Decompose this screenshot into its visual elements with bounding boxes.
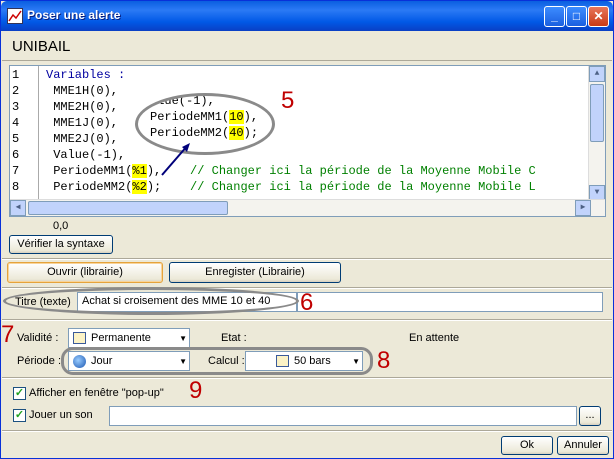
- sound-label: Jouer un son: [29, 409, 93, 421]
- separator: [2, 430, 612, 432]
- cancel-button[interactable]: Annuler: [557, 436, 609, 455]
- minimize-icon: _: [551, 9, 558, 23]
- title-field-extension[interactable]: [297, 292, 603, 312]
- validity-select[interactable]: Permanente ▼: [68, 328, 190, 348]
- popup-label: Afficher en fenêtre "pop-up": [29, 387, 164, 399]
- state-value: En attente: [409, 332, 460, 344]
- separator: [2, 319, 612, 321]
- state-label: Etat :: [221, 332, 247, 344]
- code-param: %1: [132, 164, 147, 178]
- vertical-scrollbar[interactable]: ▲ ▼: [588, 66, 605, 201]
- code-text: PeriodeMM1(: [46, 164, 133, 178]
- scroll-up-button[interactable]: ▲: [589, 66, 605, 82]
- validity-value: Permanente: [91, 332, 151, 344]
- chevron-down-icon: ▼: [179, 334, 187, 343]
- close-button[interactable]: ✕: [588, 6, 609, 27]
- code-text: MME1J(0),: [46, 116, 119, 130]
- line-number: 2: [12, 84, 20, 98]
- annotation-number: 7: [1, 321, 15, 348]
- verify-syntax-button[interactable]: Vérifier la syntaxe: [9, 235, 113, 254]
- browse-button[interactable]: ...: [579, 406, 601, 426]
- annotation-number: 9: [189, 377, 203, 404]
- maximize-icon: □: [572, 9, 581, 23]
- code-text: MME1H(0),: [46, 84, 119, 98]
- code-param: %2: [132, 180, 147, 194]
- annotation-number: 8: [377, 347, 391, 374]
- cursor-position: 0,0: [53, 220, 69, 232]
- popup-checkbox[interactable]: ✓: [13, 387, 26, 400]
- calendar-icon: [73, 332, 86, 344]
- callout-arrow: [161, 143, 190, 176]
- title-bar[interactable]: Poser une alerte _ □ ✕: [1, 1, 613, 31]
- line-number: 8: [12, 180, 20, 194]
- line-number: 7: [12, 164, 20, 178]
- code-editor[interactable]: 1 Variables : 2 MME1H(0), 3 MME2H(0), 4 M…: [9, 65, 606, 217]
- code-text: MME2H(0),: [46, 100, 119, 114]
- maximize-button[interactable]: □: [566, 6, 587, 27]
- close-icon: ✕: [593, 9, 604, 23]
- highlight-ellipse: [3, 287, 299, 315]
- header-strip: UNIBAIL: [2, 32, 612, 61]
- alert-dialog: Poser une alerte _ □ ✕ UNIBAIL 1 Variable…: [0, 0, 614, 459]
- sound-file-field[interactable]: [109, 406, 577, 426]
- stock-name: UNIBAIL: [12, 38, 71, 55]
- code-text: MME2J(0),: [46, 132, 119, 146]
- line-number: 3: [12, 100, 20, 114]
- code-text: PeriodeMM2(: [46, 180, 133, 194]
- line-number: 6: [12, 148, 20, 162]
- code-text: Value(-1),: [46, 148, 126, 162]
- code-comment: // Changer ici la période de la Moyenne …: [161, 180, 536, 194]
- zoom-line: PeriodeMM1(: [150, 110, 230, 124]
- save-library-button[interactable]: Enregister (Librairie): [169, 262, 341, 283]
- zoom-param: 10: [229, 110, 244, 124]
- scroll-right-button[interactable]: ▶: [575, 200, 591, 216]
- sound-checkbox[interactable]: ✓: [13, 409, 26, 422]
- line-number: 1: [12, 68, 20, 82]
- code-text: );: [146, 180, 162, 194]
- minimize-button[interactable]: _: [544, 6, 565, 27]
- window-title: Poser une alerte: [27, 8, 121, 22]
- zoom-line: ),: [243, 110, 259, 124]
- annotation-number: 6: [300, 289, 314, 316]
- code-comment: // Changer ici la période de la Moyenne …: [161, 164, 536, 178]
- open-library-button[interactable]: Ouvrir (librairie): [7, 262, 163, 283]
- code-text: Variables :: [46, 68, 126, 82]
- period-label: Période :: [17, 355, 62, 367]
- horizontal-scrollbar[interactable]: ◀ ▶: [10, 199, 605, 216]
- ok-button[interactable]: Ok: [501, 436, 553, 455]
- separator: [2, 258, 612, 260]
- highlight-box: [61, 347, 373, 375]
- annotation-number: 5: [281, 87, 295, 114]
- zoom-line: PeriodeMM2(: [150, 126, 230, 140]
- line-number: 5: [12, 132, 20, 146]
- zoom-line: alue(-1),: [150, 94, 215, 108]
- line-number: 4: [12, 116, 20, 130]
- separator: [2, 377, 612, 379]
- app-icon: [7, 8, 23, 24]
- zoom-param: 40: [229, 126, 244, 140]
- validity-label: Validité :: [17, 332, 59, 344]
- scroll-left-button[interactable]: ◀: [10, 200, 26, 216]
- horizontal-scroll-thumb[interactable]: [28, 201, 228, 215]
- zoom-line: );: [243, 126, 259, 140]
- vertical-scroll-thumb[interactable]: [590, 84, 604, 142]
